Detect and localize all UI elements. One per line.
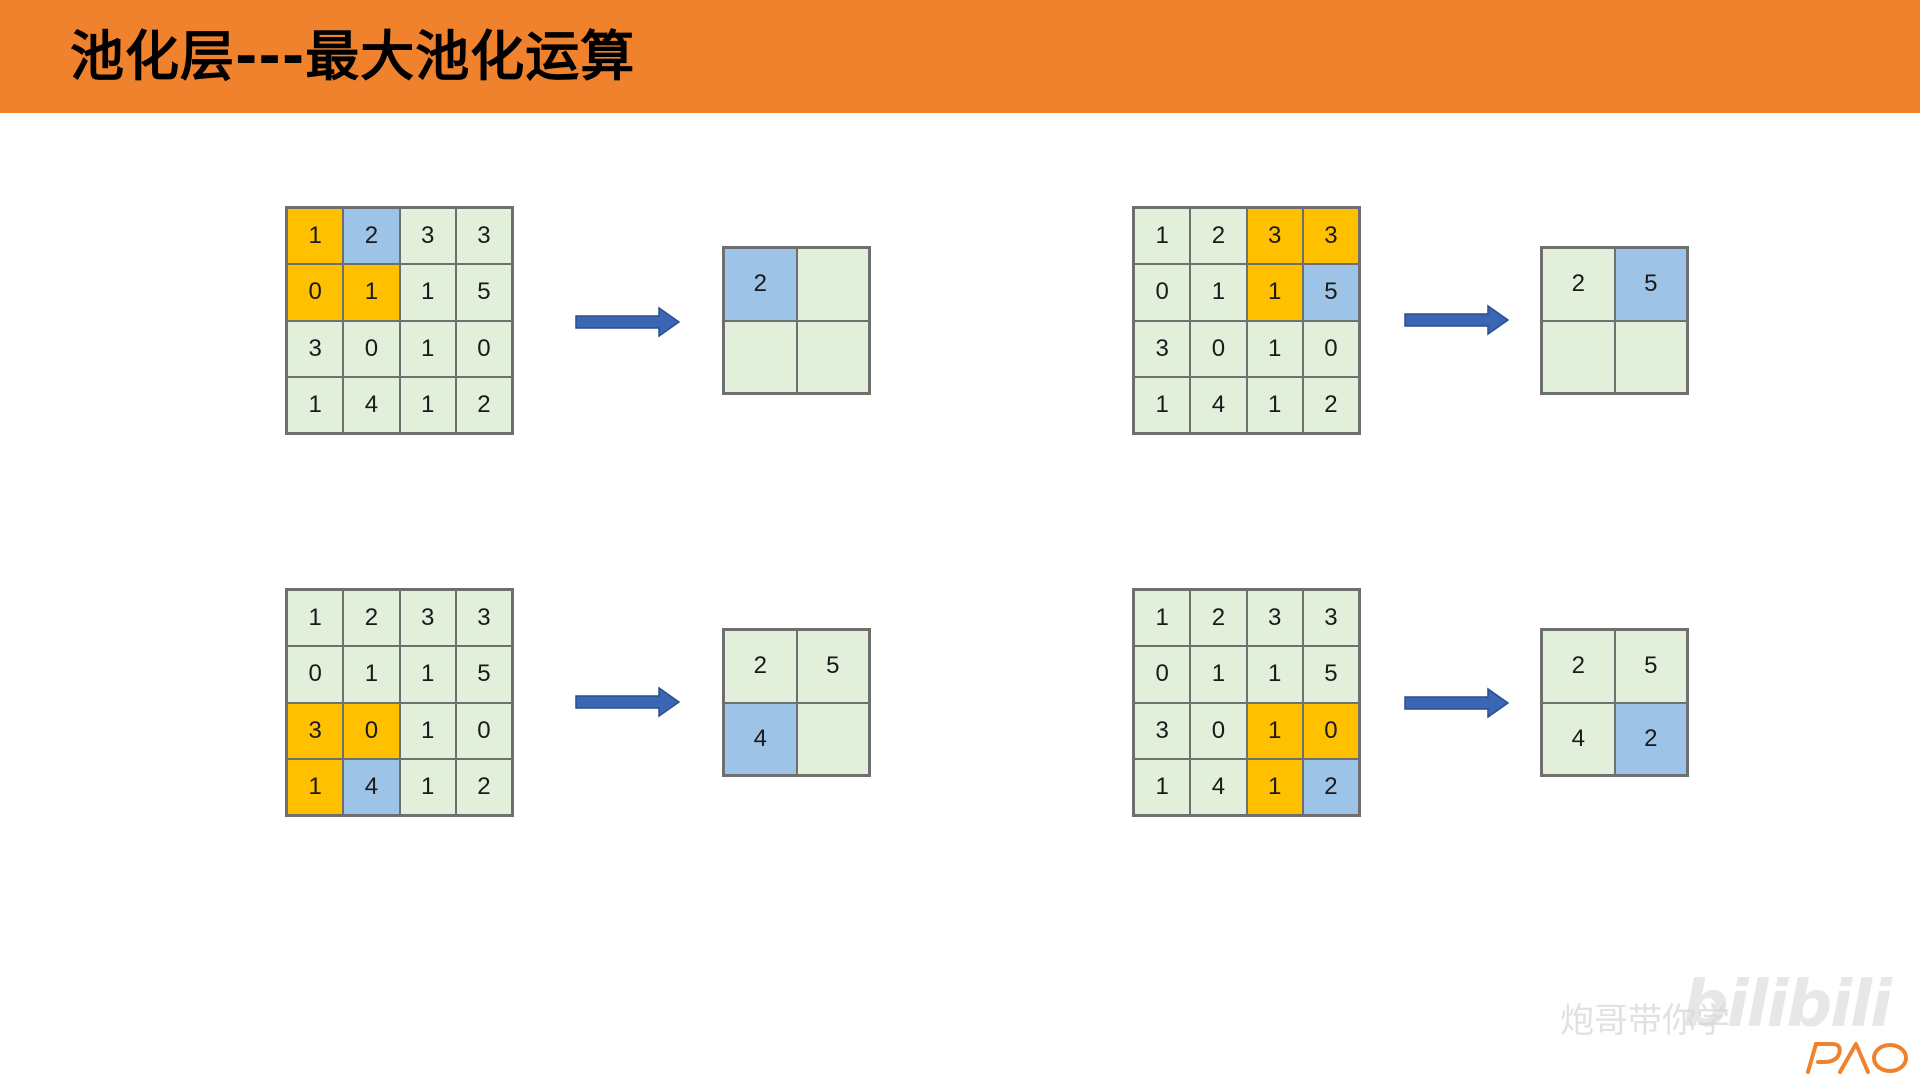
input-cell: 1 [399, 264, 456, 321]
input-cell: 0 [1134, 646, 1191, 703]
input-cell: 2 [1190, 590, 1247, 647]
arrow-right-icon [575, 686, 681, 718]
input-cell: 1 [399, 320, 456, 377]
pool-window-cell: 3 [1302, 208, 1359, 265]
pool-window-cell: 3 [1246, 208, 1303, 265]
output-cell: 4 [724, 702, 797, 775]
output-cell-empty [1542, 320, 1615, 393]
pool-window-cell: 3 [287, 702, 344, 759]
input-cell: 4 [343, 376, 400, 433]
input-cell: 1 [399, 758, 456, 815]
output-cell: 2 [1614, 702, 1687, 775]
output-cell: 5 [1614, 248, 1687, 321]
input-cell: 1 [1134, 208, 1191, 265]
pool-window-cell: 0 [343, 702, 400, 759]
input-cell: 1 [1134, 590, 1191, 647]
pool-window-cell: 1 [343, 264, 400, 321]
input-cell: 4 [1190, 376, 1247, 433]
output-cell: 5 [1614, 630, 1687, 703]
pool-window-cell: 1 [1246, 264, 1303, 321]
arrow-right-icon [1404, 304, 1510, 336]
pool-window-cell: 1 [1246, 758, 1303, 815]
input-cell: 2 [455, 376, 512, 433]
pool-window-cell: 1 [287, 758, 344, 815]
pool-window-cell: 1 [287, 208, 344, 265]
output-cell: 2 [1542, 248, 1615, 321]
output-cell: 5 [796, 630, 869, 703]
arrow-right-icon [575, 306, 681, 338]
input-cell: 1 [1246, 320, 1303, 377]
output-cell: 2 [724, 248, 797, 321]
output-cell: 2 [724, 630, 797, 703]
title-bar: 池化层---最大池化运算 [0, 0, 1920, 113]
pao-logo-icon [1806, 1042, 1908, 1074]
input-cell: 0 [1302, 320, 1359, 377]
input-cell: 1 [1190, 264, 1247, 321]
input-cell: 2 [455, 758, 512, 815]
input-cell: 1 [1190, 646, 1247, 703]
input-cell: 1 [1246, 646, 1303, 703]
input-cell: 0 [343, 320, 400, 377]
max-value-cell: 2 [343, 208, 400, 265]
arrow-right-icon [1404, 687, 1510, 719]
input-cell: 5 [455, 646, 512, 703]
input-cell: 1 [287, 376, 344, 433]
input-cell: 3 [1134, 702, 1191, 759]
input-cell: 1 [399, 702, 456, 759]
input-cell: 1 [1246, 376, 1303, 433]
input-cell: 0 [1190, 702, 1247, 759]
output-cell-empty [796, 702, 869, 775]
input-cell: 1 [287, 590, 344, 647]
output-cell-empty [724, 320, 797, 393]
output-cell: 4 [1542, 702, 1615, 775]
input-cell: 0 [287, 646, 344, 703]
max-value-cell: 4 [343, 758, 400, 815]
output-grid: 2542 [1540, 628, 1689, 777]
output-cell-empty [1614, 320, 1687, 393]
output-cell-empty [796, 320, 869, 393]
output-grid: 2 [722, 246, 871, 395]
output-grid: 25 [1540, 246, 1689, 395]
input-cell: 0 [455, 702, 512, 759]
input-grid: 1233011530101412 [1132, 588, 1361, 817]
input-cell: 5 [1302, 646, 1359, 703]
input-cell: 1 [343, 646, 400, 703]
input-cell: 1 [1134, 376, 1191, 433]
input-cell: 2 [343, 590, 400, 647]
pool-window-cell: 1 [1246, 702, 1303, 759]
pool-window-cell: 0 [1302, 702, 1359, 759]
input-cell: 1 [399, 376, 456, 433]
input-cell: 1 [1134, 758, 1191, 815]
input-cell: 3 [455, 208, 512, 265]
input-cell: 2 [1190, 208, 1247, 265]
max-value-cell: 2 [1302, 758, 1359, 815]
input-grid: 1233011530101412 [285, 206, 514, 435]
input-cell: 3 [1134, 320, 1191, 377]
output-grid: 254 [722, 628, 871, 777]
input-grid: 1233011530101412 [1132, 206, 1361, 435]
output-cell: 2 [1542, 630, 1615, 703]
input-cell: 3 [1302, 590, 1359, 647]
input-cell: 0 [1190, 320, 1247, 377]
input-cell: 0 [455, 320, 512, 377]
input-cell: 3 [399, 208, 456, 265]
input-cell: 5 [455, 264, 512, 321]
bilibili-watermark: bilibili [1682, 968, 1892, 1042]
input-cell: 3 [287, 320, 344, 377]
input-cell: 3 [399, 590, 456, 647]
input-cell: 3 [1246, 590, 1303, 647]
pool-window-cell: 0 [287, 264, 344, 321]
input-grid: 1233011530101412 [285, 588, 514, 817]
input-cell: 0 [1134, 264, 1191, 321]
page-title: 池化层---最大池化运算 [70, 25, 636, 88]
max-value-cell: 5 [1302, 264, 1359, 321]
input-cell: 4 [1190, 758, 1247, 815]
output-cell-empty [796, 248, 869, 321]
input-cell: 1 [399, 646, 456, 703]
input-cell: 3 [455, 590, 512, 647]
input-cell: 2 [1302, 376, 1359, 433]
